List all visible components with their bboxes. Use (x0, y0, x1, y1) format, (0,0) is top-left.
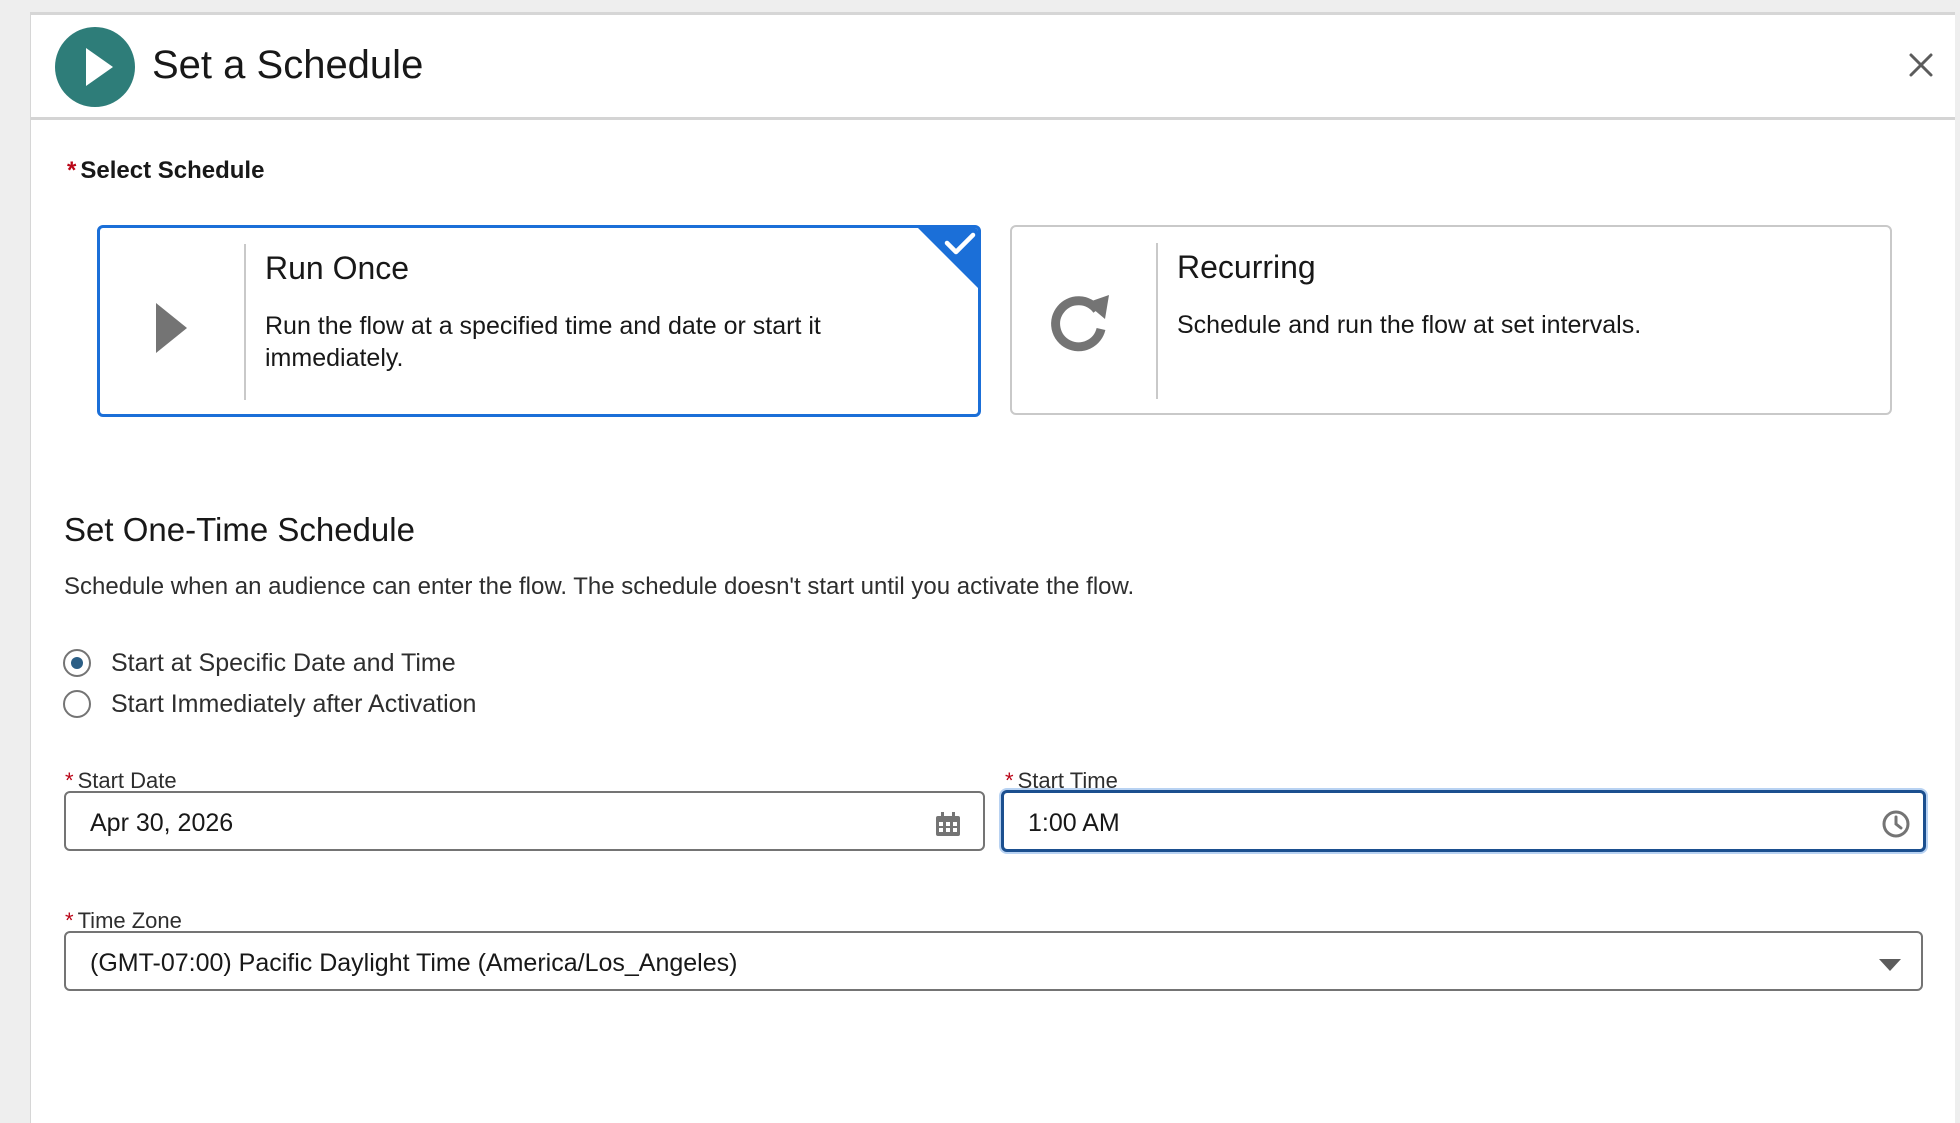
page-title: Set a Schedule (152, 43, 424, 87)
start-time-value: 1:00 AM (1028, 809, 1120, 837)
select-schedule-label: * Select Schedule (67, 157, 264, 185)
recurring-title: Recurring (1177, 249, 1316, 285)
recurring-tile[interactable]: Recurring Schedule and run the flow at s… (1010, 225, 1892, 415)
modal-header: Set a Schedule (31, 15, 1955, 120)
radio-label: Start at Specific Date and Time (111, 649, 456, 677)
run-once-title: Run Once (265, 250, 410, 286)
start-date-value: Apr 30, 2026 (90, 809, 234, 837)
chevron-down-icon[interactable] (1875, 951, 1905, 981)
time-zone-value: (GMT-07:00) Pacific Daylight Time (Ameri… (90, 949, 738, 977)
one-time-schedule-title: Set One-Time Schedule (64, 511, 415, 548)
tile-divider (1156, 243, 1158, 399)
start-date-label-text: Start Date (77, 768, 177, 793)
tile-divider (244, 244, 246, 400)
play-triangle-icon (130, 282, 210, 362)
required-marker: * (67, 157, 77, 184)
clock-icon[interactable] (1881, 809, 1911, 839)
recurring-description: Schedule and run the flow at set interva… (1177, 311, 1642, 339)
start-time-input[interactable]: 1:00 AM (1001, 790, 1926, 852)
calendar-icon[interactable] (933, 809, 963, 839)
radio-button[interactable] (63, 690, 91, 718)
select-schedule-text: Select Schedule (80, 157, 265, 184)
selected-check-icon (918, 228, 978, 288)
radio-label: Start Immediately after Activation (111, 690, 477, 718)
play-icon (55, 27, 135, 107)
run-once-description: Run the flow at a specified time and dat… (265, 312, 821, 372)
one-time-schedule-description: Schedule when an audience can enter the … (64, 573, 1135, 600)
time-zone-label-text: Time Zone (77, 908, 182, 933)
start-date-input[interactable]: Apr 30, 2026 (64, 791, 985, 851)
close-icon[interactable] (1905, 49, 1937, 81)
refresh-icon (1042, 281, 1122, 361)
required-marker: * (65, 768, 74, 793)
run-once-tile[interactable]: Run Once Run the flow at a specified tim… (97, 225, 981, 417)
required-marker: * (65, 908, 74, 933)
radio-button-checked[interactable] (63, 649, 91, 677)
time-zone-select[interactable]: (GMT-07:00) Pacific Daylight Time (Ameri… (64, 931, 1923, 991)
schedule-panel: Set a Schedule * Select Schedule Run Once… (30, 12, 1955, 1123)
